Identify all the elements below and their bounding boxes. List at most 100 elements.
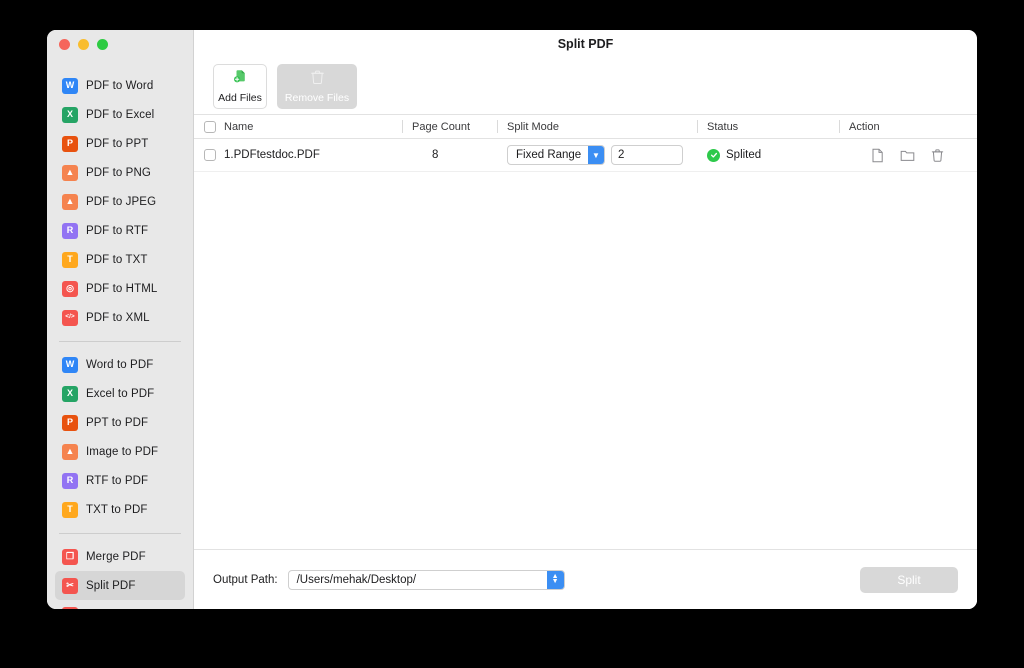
html-icon: ◎ (62, 280, 78, 297)
image-icon: ▲ (62, 443, 78, 460)
row-checkbox[interactable] (204, 149, 216, 161)
page-title: Split PDF (557, 37, 614, 51)
column-header-action: Action (839, 115, 977, 138)
sidebar-item-label: PDF to JPEG (86, 195, 157, 208)
compress-icon: ↔ (62, 606, 78, 609)
action-buttons (849, 148, 944, 163)
sidebar-item-merge-pdf[interactable]: ❐ Merge PDF (55, 542, 185, 571)
trash-icon[interactable] (931, 148, 944, 163)
sidebar-item-label: Image to PDF (86, 445, 159, 458)
sidebar-item-label: Merge PDF (86, 550, 146, 563)
xml-icon: </> (62, 309, 78, 326)
sidebar-item-label: PDF to XML (86, 311, 150, 324)
sidebar-item-label: Split PDF (86, 579, 136, 592)
sidebar-item-label: PDF to RTF (86, 224, 149, 237)
sidebar-item-label: PDF to PNG (86, 166, 151, 179)
file-list: 1.PDFtestdoc.PDF 8 Fixed Range ▼ 2 Splited (194, 139, 977, 549)
split-button[interactable]: Split (860, 566, 958, 593)
txt-icon: T (62, 251, 78, 268)
sidebar-item-label: PDF to PPT (86, 137, 149, 150)
app-window: W PDF to Word X PDF to Excel P PDF to PPT ▲ PDF… (47, 30, 977, 609)
folder-icon[interactable] (900, 148, 915, 162)
sidebar-item-pdf-to-ppt[interactable]: P PDF to PPT (55, 129, 185, 158)
column-header-page-count: Page Count (402, 115, 497, 138)
sidebar-item-pdf-to-html[interactable]: ◎ PDF to HTML (55, 274, 185, 303)
word-icon: W (62, 77, 78, 94)
sidebar-item-word-to-pdf[interactable]: W Word to PDF (55, 350, 185, 379)
sidebar-item-txt-to-pdf[interactable]: T TXT to PDF (55, 495, 185, 524)
png-icon: ▲ (62, 164, 78, 181)
sidebar-item-label: Compress PDF (86, 609, 166, 610)
word-icon: W (62, 356, 78, 373)
ppt-icon: P (62, 414, 78, 431)
cell-page-count: 8 (402, 139, 497, 171)
sidebar-item-label: Word to PDF (86, 358, 154, 371)
sidebar-item-label: TXT to PDF (86, 503, 148, 516)
page-count-value: 8 (432, 149, 439, 161)
toolbar: Add Files Remove Files (194, 58, 977, 114)
sidebar-nav-list: W PDF to Word X PDF to Excel P PDF to PPT ▲ PDF… (47, 60, 193, 609)
merge-icon: ❐ (62, 548, 78, 565)
status-label: Splited (726, 149, 762, 161)
split-mode-dropdown[interactable]: Fixed Range ▼ (507, 145, 605, 165)
add-files-label: Add Files (218, 92, 262, 104)
sidebar-item-split-pdf[interactable]: ✂ Split PDF (55, 571, 185, 600)
select-all-checkbox[interactable] (204, 120, 216, 133)
sidebar-item-ppt-to-pdf[interactable]: P PPT to PDF (55, 408, 185, 437)
ppt-icon: P (62, 135, 78, 152)
sidebar-item-pdf-to-rtf[interactable]: R PDF to RTF (55, 216, 185, 245)
check-circle-icon (707, 148, 720, 162)
remove-files-button[interactable]: Remove Files (277, 63, 357, 109)
sidebar-item-label: PDF to Excel (86, 108, 155, 121)
sidebar-item-pdf-to-xml[interactable]: </> PDF to XML (55, 303, 185, 332)
footer-bar: Output Path: /Users/mehak/Desktop/ ▲ ▼ Sp… (194, 549, 977, 609)
trash-icon (310, 69, 325, 90)
table-header-row: Name Page Count Split Mode Status Action (194, 114, 977, 139)
sidebar-item-image-to-pdf[interactable]: ▲ Image to PDF (55, 437, 185, 466)
window-controls (47, 30, 193, 60)
sidebar-divider (59, 341, 181, 342)
sidebar-item-label: Excel to PDF (86, 387, 155, 400)
sidebar-item-label: PDF to TXT (86, 253, 148, 266)
main-panel: Split PDF Add Files Remove Files Name Pa… (194, 30, 977, 609)
minimize-button[interactable] (78, 39, 89, 50)
sidebar-item-pdf-to-word[interactable]: W PDF to Word (55, 71, 185, 100)
jpeg-icon: ▲ (62, 193, 78, 210)
cell-name: 1.PDFtestdoc.PDF (194, 139, 402, 171)
sidebar-divider (59, 533, 181, 534)
close-button[interactable] (59, 39, 70, 50)
rtf-icon: R (62, 472, 78, 489)
column-header-name: Name (194, 115, 402, 138)
sidebar-item-pdf-to-png[interactable]: ▲ PDF to PNG (55, 158, 185, 187)
sidebar-item-pdf-to-excel[interactable]: X PDF to Excel (55, 100, 185, 129)
add-document-icon (232, 68, 249, 90)
chevron-down-icon: ▼ (588, 146, 604, 164)
sidebar-item-label: PPT to PDF (86, 416, 149, 429)
output-path-value: /Users/mehak/Desktop/ (296, 573, 417, 586)
file-icon[interactable] (871, 148, 884, 163)
add-files-button[interactable]: Add Files (213, 63, 267, 109)
cell-action (839, 139, 977, 171)
file-name: 1.PDFtestdoc.PDF (224, 149, 320, 161)
zoom-button[interactable] (97, 39, 108, 50)
column-header-split-mode: Split Mode (497, 115, 697, 138)
status-badge: Splited (707, 148, 762, 162)
cell-status: Splited (697, 139, 839, 171)
path-stepper-icon[interactable]: ▲ ▼ (546, 570, 564, 589)
sidebar-item-compress-pdf[interactable]: ↔ Compress PDF (55, 600, 185, 609)
sidebar-item-pdf-to-jpeg[interactable]: ▲ PDF to JPEG (55, 187, 185, 216)
sidebar-item-label: PDF to HTML (86, 282, 158, 295)
column-header-name-label: Name (224, 120, 254, 133)
sidebar-item-label: RTF to PDF (86, 474, 149, 487)
range-value-input[interactable]: 2 (611, 145, 683, 165)
excel-icon: X (62, 106, 78, 123)
titlebar: Split PDF (194, 30, 977, 58)
sidebar-item-pdf-to-txt[interactable]: T PDF to TXT (55, 245, 185, 274)
sidebar-item-rtf-to-pdf[interactable]: R RTF to PDF (55, 466, 185, 495)
column-header-status: Status (697, 115, 839, 138)
sidebar-item-label: PDF to Word (86, 79, 154, 92)
sidebar-item-excel-to-pdf[interactable]: X Excel to PDF (55, 379, 185, 408)
sidebar: W PDF to Word X PDF to Excel P PDF to PPT ▲ PDF… (47, 30, 194, 609)
table-row[interactable]: 1.PDFtestdoc.PDF 8 Fixed Range ▼ 2 Splited (194, 139, 977, 172)
output-path-input[interactable]: /Users/mehak/Desktop/ ▲ ▼ (287, 569, 565, 590)
